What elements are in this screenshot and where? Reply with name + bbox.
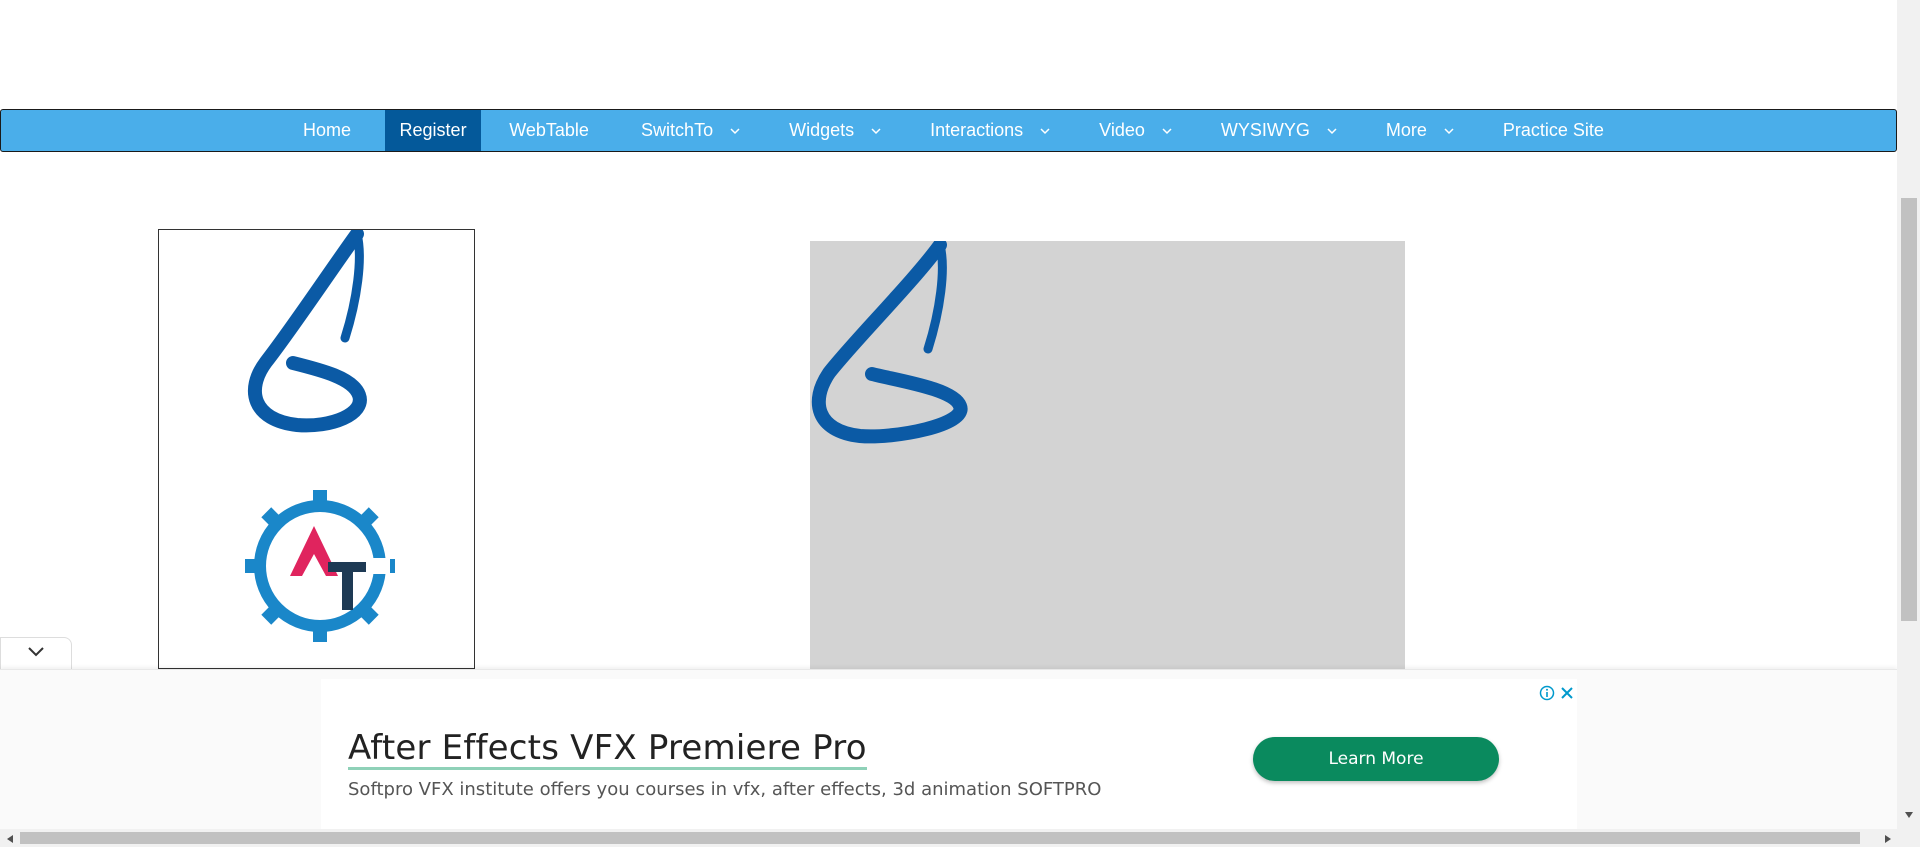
nav-webtable-label: WebTable: [509, 120, 589, 140]
chevron-down-icon: [870, 125, 882, 137]
selenium-s-logo-icon[interactable]: [239, 230, 399, 460]
selenium-s-logo-icon[interactable]: [810, 241, 970, 471]
nav-practice-site-label: Practice Site: [1502, 120, 1604, 140]
scroll-right-arrow-icon[interactable]: [1882, 832, 1894, 844]
nav-home[interactable]: Home: [269, 110, 385, 151]
nav-interactions[interactable]: Interactions: [906, 110, 1075, 151]
nav-video[interactable]: Video: [1075, 110, 1197, 151]
nav-register[interactable]: Register: [385, 110, 482, 151]
nav-more[interactable]: More: [1362, 110, 1479, 151]
vertical-scrollbar-thumb[interactable]: [1901, 198, 1917, 621]
ad-description: Softpro VFX institute offers you courses…: [348, 779, 1102, 800]
nav-widgets-label: Widgets: [789, 120, 855, 140]
chevron-down-icon: [1039, 125, 1051, 137]
nav-more-label: More: [1385, 120, 1427, 140]
drag-source-box: [158, 229, 475, 669]
ad-collapse-toggle[interactable]: [0, 637, 72, 669]
drop-target-box[interactable]: [810, 241, 1405, 669]
chevron-down-icon: [729, 125, 741, 137]
nav-home-label: Home: [303, 120, 352, 140]
scroll-down-arrow-icon[interactable]: [1903, 808, 1915, 820]
nav-wysiwyg[interactable]: WYSIWYG: [1197, 110, 1362, 151]
nav-register-label: Register: [399, 120, 467, 140]
learn-more-button[interactable]: Learn More: [1253, 737, 1499, 781]
chevron-down-icon: [1443, 125, 1455, 137]
nav-widgets[interactable]: Widgets: [765, 110, 906, 151]
chevron-down-icon: [26, 645, 46, 663]
close-icon[interactable]: [1559, 685, 1575, 701]
nav-interactions-label: Interactions: [930, 120, 1024, 140]
gear-logo-icon[interactable]: [244, 486, 396, 651]
chevron-down-icon: [1161, 125, 1173, 137]
horizontal-scrollbar-thumb[interactable]: [20, 832, 1860, 844]
nav-switchto-label: SwitchTo: [641, 120, 714, 140]
nav-wysiwyg-label: WYSIWYG: [1220, 120, 1310, 140]
nav-video-label: Video: [1099, 120, 1145, 140]
info-icon[interactable]: [1539, 685, 1555, 701]
ad-title[interactable]: After Effects VFX Premiere Pro: [348, 729, 867, 770]
nav-webtable[interactable]: WebTable: [481, 110, 617, 151]
chevron-down-icon: [1326, 125, 1338, 137]
nav-switchto[interactable]: SwitchTo: [617, 110, 765, 151]
scroll-left-arrow-icon[interactable]: [4, 832, 16, 844]
bottom-ad-bar: After Effects VFX Premiere Pro Softpro V…: [0, 669, 1897, 830]
ad-banner[interactable]: After Effects VFX Premiere Pro Softpro V…: [321, 679, 1577, 829]
nav-practice-site[interactable]: Practice Site: [1479, 110, 1628, 151]
main-navbar: Home Register WebTable SwitchTo Widgets …: [0, 109, 1897, 152]
